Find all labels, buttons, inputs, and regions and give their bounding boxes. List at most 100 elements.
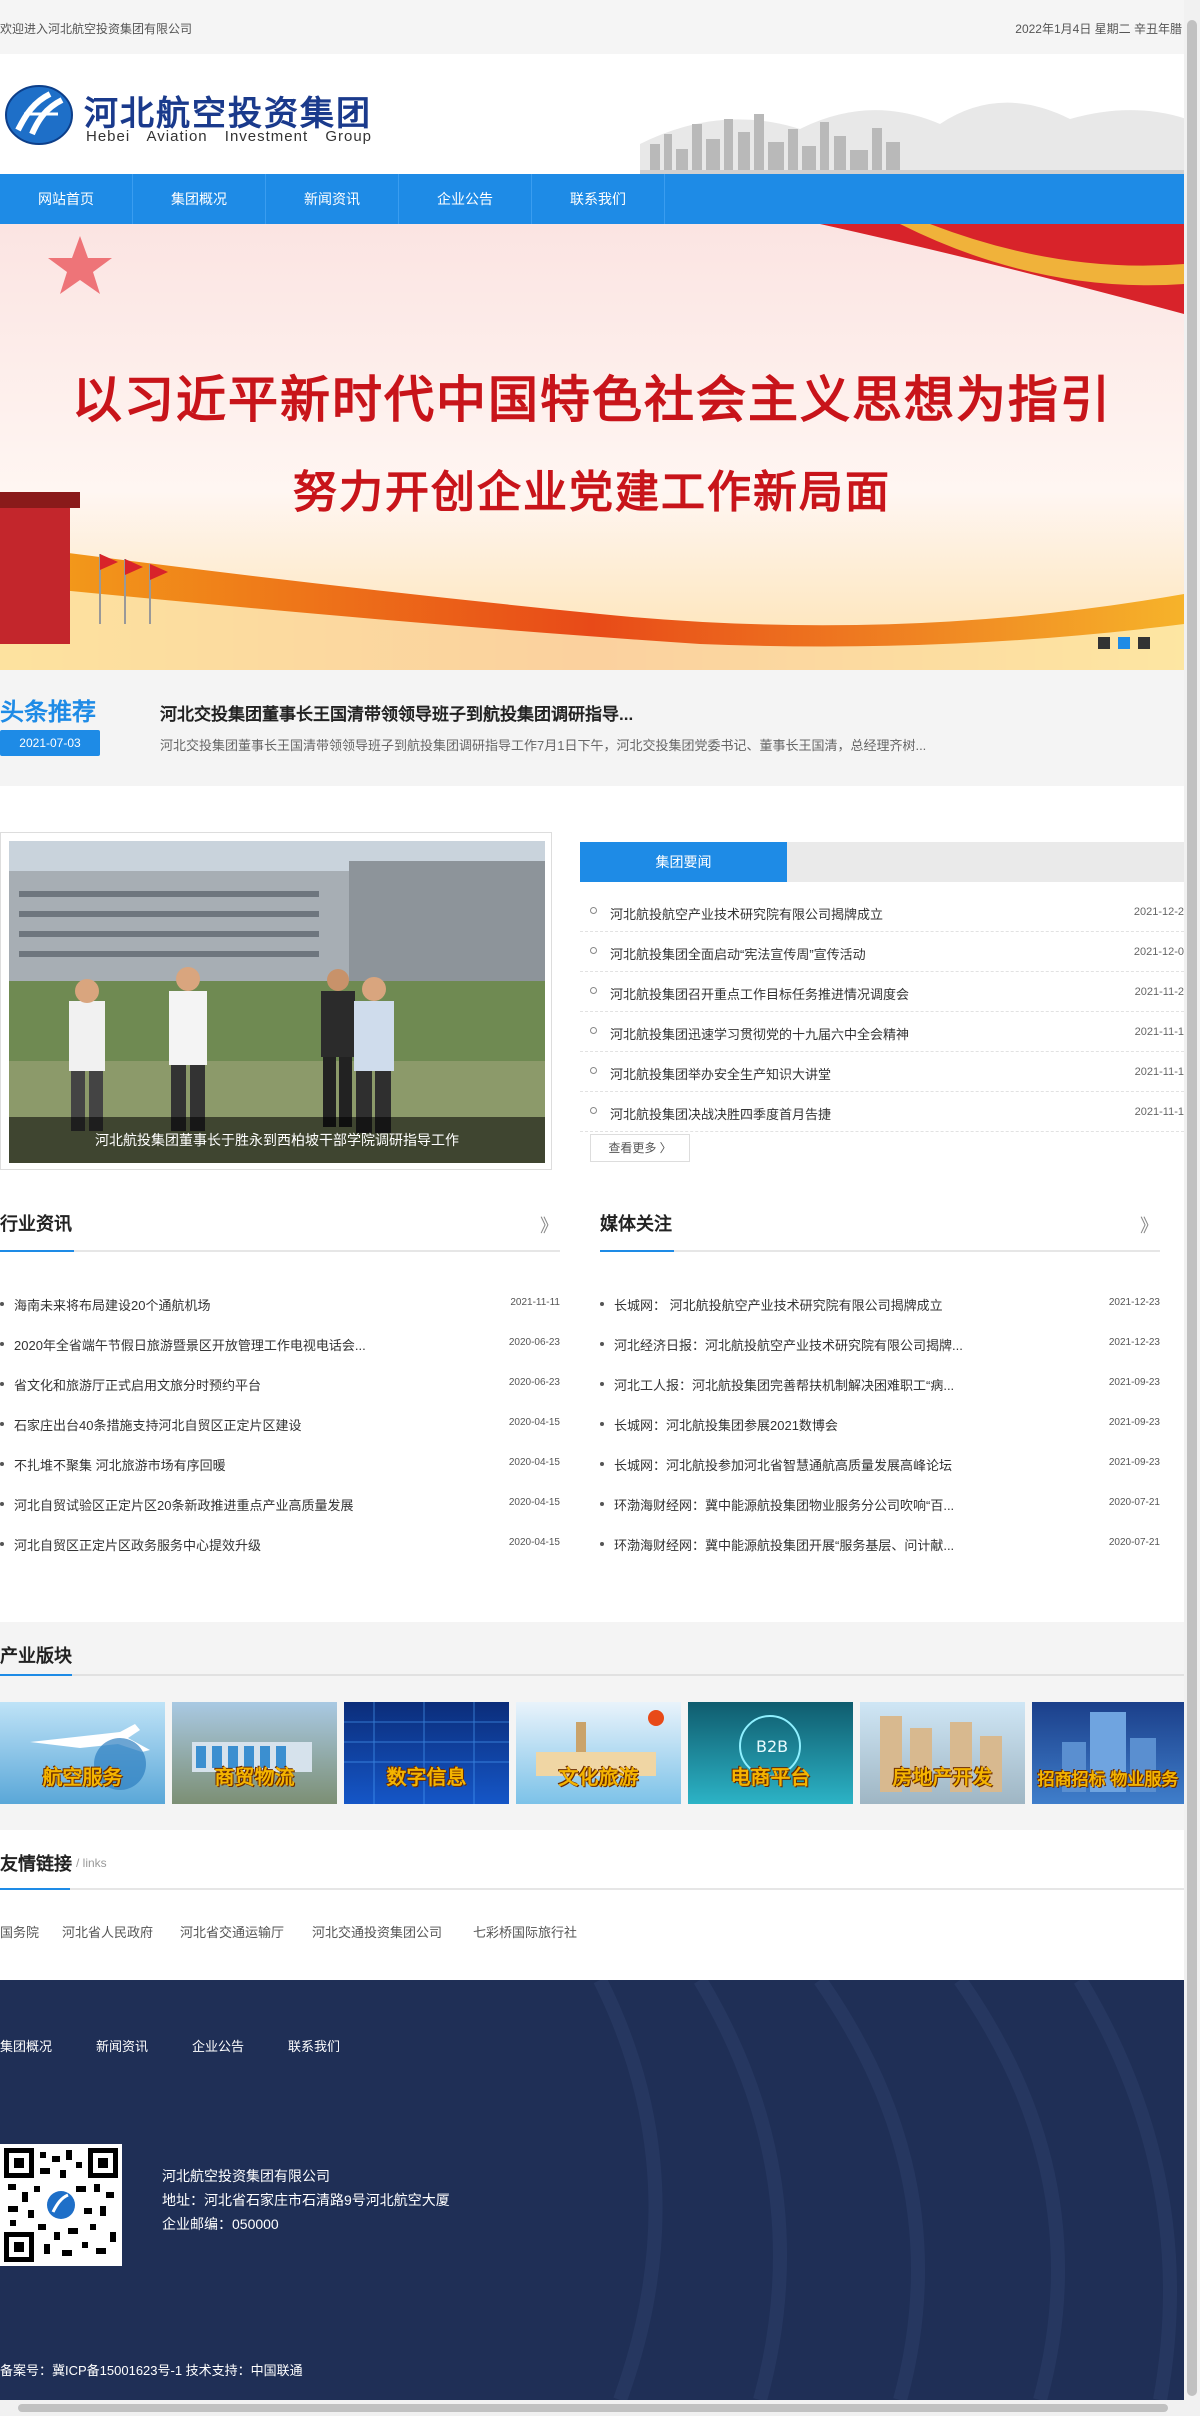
link-hebei-transport-investment[interactable]: 河北交通投资集团公司 (312, 1922, 442, 1941)
sector-tile-digital[interactable]: 数字信息 (344, 1702, 509, 1804)
list-item[interactable]: 海南未来将布局建设20个通航机场 2021-11-11 (0, 1295, 560, 1335)
list-item[interactable]: 河北工人报：河北航投集团完善帮扶机制解决困难职工“病... 2021-09-23 (600, 1375, 1160, 1415)
list-item[interactable]: 河北航投航空产业技术研究院有限公司揭牌成立 2021-12-2 (580, 892, 1184, 932)
logo[interactable]: 河北航空投资集团 Hebei Aviation Investment Group (4, 84, 371, 148)
horizontal-scrollbar-thumb[interactable] (18, 2404, 1168, 2412)
news-date: 2020-04-15 (508, 1537, 560, 1548)
news-date: 2020-07-21 (1108, 1497, 1160, 1508)
news-title[interactable]: 河北经济日报：河北航投航空产业技术研究院有限公司揭牌... (614, 1335, 963, 1354)
footer-address: 地址：河北省石家庄市石清路9号河北航空大厦 (162, 2192, 450, 2208)
more-arrow-icon[interactable]: 》 (540, 1212, 558, 1238)
friendly-links-title: 友情链接 (0, 1854, 72, 1874)
list-item[interactable]: 2020年全省端午节假日旅游暨景区开放管理工作电视电话会... 2020-06-2… (0, 1335, 560, 1375)
link-state-council[interactable]: 国务院 (0, 1922, 39, 1941)
photo-news[interactable]: 河北航投集团董事长于胜永到西柏坡干部学院调研指导工作 (0, 832, 552, 1170)
sector-tile-property[interactable]: 招商招标 物业服务 (1032, 1702, 1184, 1804)
sector-tile-logistics[interactable]: 商贸物流 (172, 1702, 337, 1804)
news-date: 2020-04-15 (508, 1457, 560, 1468)
nav-item-home[interactable]: 网站首页 (0, 174, 133, 224)
news-title[interactable]: 海南未来将布局建设20个通航机场 (14, 1295, 210, 1314)
link-travel-agency[interactable]: 七彩桥国际旅行社 (473, 1922, 577, 1941)
footer-nav-overview[interactable]: 集团概况 (0, 2036, 52, 2055)
list-item[interactable]: 环渤海财经网：冀中能源航投集团物业服务分公司吹响“百... 2020-07-21 (600, 1495, 1160, 1535)
photo-news-caption: 河北航投集团董事长于胜永到西柏坡干部学院调研指导工作 (9, 1117, 545, 1163)
list-item[interactable]: 河北航投集团决战决胜四季度首月告捷 2021-11-1 (580, 1092, 1184, 1132)
news-title[interactable]: 河北自贸试验区正定片区20条新政推进重点产业高质量发展 (14, 1495, 353, 1514)
news-title[interactable]: 河北工人报：河北航投集团完善帮扶机制解决困难职工“病... (614, 1375, 954, 1394)
bullet-icon (0, 1422, 4, 1426)
news-title[interactable]: 河北航投集团决战决胜四季度首月告捷 (610, 1104, 831, 1123)
news-title[interactable]: 长城网：河北航投集团参展2021数博会 (614, 1415, 838, 1434)
divider (0, 1674, 1184, 1676)
group-news-tabbar: 集团要闻 (580, 842, 1184, 882)
news-title[interactable]: 河北航投集团全面启动“宪法宣传周”宣传活动 (610, 944, 866, 963)
slider-dot[interactable] (1098, 637, 1110, 649)
list-item[interactable]: 石家庄出台40条措施支持河北自贸区正定片区建设 2020-04-15 (0, 1415, 560, 1455)
industry-sectors: 产业版块 航空服务 商贸物流 数字信息 文化旅游 B2B 电商平台 房地产开发 (0, 1622, 1184, 1830)
divider (0, 1888, 1184, 1890)
news-title[interactable]: 河北航投航空产业技术研究院有限公司揭牌成立 (610, 904, 883, 923)
slider-dot[interactable] (1138, 637, 1150, 649)
sector-tile-tourism[interactable]: 文化旅游 (516, 1702, 681, 1804)
page: 欢迎进入河北航空投资集团有限公司 2022年1月4日 星期二 辛丑年腊 河北航空… (0, 0, 1200, 2416)
nav-item-notices[interactable]: 企业公告 (399, 174, 532, 224)
list-item[interactable]: 不扎堆不聚集 河北旅游市场有序回暖 2020-04-15 (0, 1455, 560, 1495)
list-item[interactable]: 河北自贸试验区正定片区20条新政推进重点产业高质量发展 2020-04-15 (0, 1495, 560, 1535)
news-title[interactable]: 河北自贸区正定片区政务服务中心提效升级 (14, 1535, 261, 1554)
news-title[interactable]: 河北航投集团举办安全生产知识大讲堂 (610, 1064, 831, 1083)
news-title[interactable]: 石家庄出台40条措施支持河北自贸区正定片区建设 (14, 1415, 301, 1434)
news-date: 2021-12-2 (1133, 906, 1184, 918)
news-title[interactable]: 河北航投集团召开重点工作目标任务推进情况调度会 (610, 984, 909, 1003)
footer-nav-news[interactable]: 新闻资讯 (96, 2036, 148, 2055)
news-title[interactable]: 环渤海财经网：冀中能源航投集团物业服务分公司吹响“百... (614, 1495, 954, 1514)
news-title[interactable]: 2020年全省端午节假日旅游暨景区开放管理工作电视电话会... (14, 1335, 366, 1354)
list-item[interactable]: 省文化和旅游厅正式启用文旅分时预约平台 2020-06-23 (0, 1375, 560, 1415)
slider-dot-active[interactable] (1118, 637, 1130, 649)
sector-tile-realestate[interactable]: 房地产开发 (860, 1702, 1025, 1804)
news-date: 2020-04-15 (508, 1497, 560, 1508)
nav-item-overview[interactable]: 集团概况 (133, 174, 266, 224)
list-item[interactable]: 河北经济日报：河北航投航空产业技术研究院有限公司揭牌... 2021-12-23 (600, 1335, 1160, 1375)
view-more-button[interactable]: 查看更多 〉 (590, 1134, 690, 1162)
list-item[interactable]: 长城网：河北航投参加河北省智慧通航高质量发展高峰论坛 2021-09-23 (600, 1455, 1160, 1495)
more-arrow-icon[interactable]: 》 (1140, 1212, 1158, 1238)
divider (600, 1250, 1160, 1252)
horizontal-scrollbar[interactable] (0, 2400, 1184, 2416)
list-item[interactable]: 河北航投集团举办安全生产知识大讲堂 2021-11-1 (580, 1052, 1184, 1092)
nav-item-news[interactable]: 新闻资讯 (266, 174, 399, 224)
vertical-scrollbar-thumb[interactable] (1187, 20, 1197, 2396)
divider-accent (0, 1888, 70, 1890)
link-transport-dept[interactable]: 河北省交通运输厅 (180, 1922, 284, 1941)
list-item[interactable]: 长城网： 河北航投航空产业技术研究院有限公司揭牌成立 2021-12-23 (600, 1295, 1160, 1335)
news-title[interactable]: 长城网： 河北航投航空产业技术研究院有限公司揭牌成立 (614, 1295, 943, 1314)
tab-group-news[interactable]: 集团要闻 (580, 842, 787, 882)
bullet-icon (590, 1027, 597, 1034)
news-title[interactable]: 不扎堆不聚集 河北旅游市场有序回暖 (14, 1455, 226, 1474)
nav-item-contact[interactable]: 联系我们 (532, 174, 665, 224)
news-title[interactable]: 长城网：河北航投参加河北省智慧通航高质量发展高峰论坛 (614, 1455, 952, 1474)
news-title[interactable]: 环渤海财经网：冀中能源航投集团开展“服务基层、问计献... (614, 1535, 954, 1554)
headline-date: 2021-07-03 (0, 730, 100, 756)
list-item[interactable]: 河北自贸区正定片区政务服务中心提效升级 2020-04-15 (0, 1535, 560, 1575)
news-date: 2021-11-1 (1134, 1106, 1184, 1118)
link-hebei-government[interactable]: 河北省人民政府 (62, 1922, 153, 1941)
footer-nav-contact[interactable]: 联系我们 (288, 2036, 340, 2055)
media-news-title: 媒体关注 (600, 1214, 672, 1234)
news-title[interactable]: 河北航投集团迅速学习贯彻党的十九届六中全会精神 (610, 1024, 909, 1043)
vertical-scrollbar[interactable] (1184, 0, 1200, 2416)
list-item[interactable]: 河北航投集团全面启动“宪法宣传周”宣传活动 2021-12-0 (580, 932, 1184, 972)
headline-summary: 河北交投集团董事长王国清带领领导班子到航投集团调研指导工作7月1日下午，河北交投… (160, 738, 927, 753)
sector-tile-ecommerce[interactable]: B2B 电商平台 (688, 1702, 853, 1804)
list-item[interactable]: 长城网：河北航投集团参展2021数博会 2021-09-23 (600, 1415, 1160, 1455)
news-date: 2020-07-21 (1108, 1537, 1160, 1548)
banner-slider[interactable]: 以习近平新时代中国特色社会主义思想为指引 努力开创企业党建工作新局面 (0, 224, 1184, 670)
list-item[interactable]: 河北航投集团召开重点工作目标任务推进情况调度会 2021-11-2 (580, 972, 1184, 1012)
headline-title-link[interactable]: 河北交投集团董事长王国清带领领导班子到航投集团调研指导... (160, 700, 633, 725)
footer-postcode: 企业邮编：050000 (162, 2216, 279, 2232)
sector-tile-aviation[interactable]: 航空服务 (0, 1702, 165, 1804)
list-item[interactable]: 河北航投集团迅速学习贯彻党的十九届六中全会精神 2021-11-1 (580, 1012, 1184, 1052)
footer-nav-notices[interactable]: 企业公告 (192, 2036, 244, 2055)
bullet-icon (600, 1342, 604, 1346)
news-title[interactable]: 省文化和旅游厅正式启用文旅分时预约平台 (14, 1375, 261, 1394)
list-item[interactable]: 环渤海财经网：冀中能源航投集团开展“服务基层、问计献... 2020-07-21 (600, 1535, 1160, 1575)
